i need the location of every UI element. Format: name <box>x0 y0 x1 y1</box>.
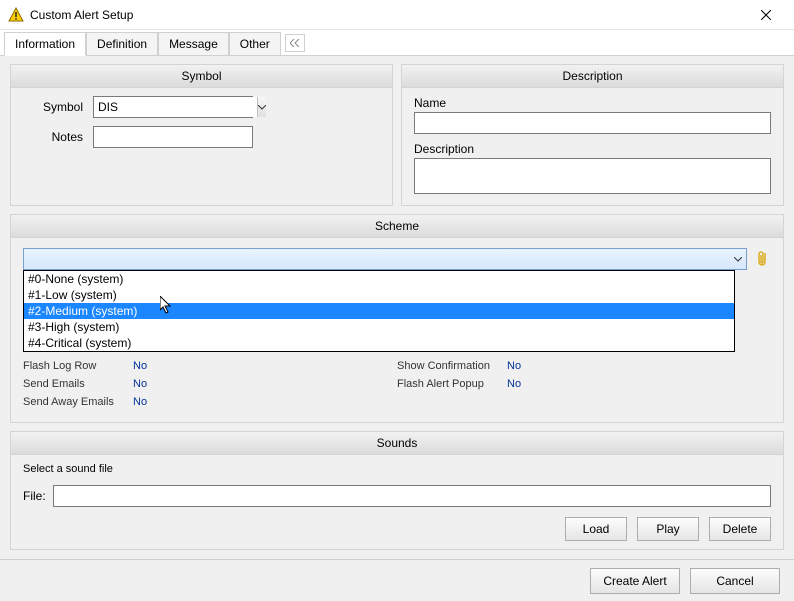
scheme-option-0[interactable]: #0-None (system) <box>24 271 734 287</box>
scheme-option-2[interactable]: #2-Medium (system) <box>24 303 734 319</box>
symbol-combo[interactable] <box>93 96 253 118</box>
prop-value: No <box>507 360 521 372</box>
scheme-combo[interactable] <box>23 248 747 270</box>
prop-label: Flash Alert Popup <box>397 378 507 390</box>
prop-value: No <box>507 378 521 390</box>
sounds-panel: Sounds Select a sound file File: Load Pl… <box>10 431 784 550</box>
prop-label: Send Emails <box>23 378 133 390</box>
prop-value: No <box>133 378 147 390</box>
symbol-panel-title: Symbol <box>11 65 392 88</box>
prop-value: No <box>133 396 147 408</box>
name-label: Name <box>414 96 771 110</box>
file-label: File: <box>23 489 53 503</box>
create-alert-button[interactable]: Create Alert <box>590 568 680 594</box>
tab-definition[interactable]: Definition <box>86 32 158 55</box>
play-button[interactable]: Play <box>637 517 699 541</box>
name-input[interactable] <box>414 112 771 134</box>
file-input[interactable] <box>53 485 771 507</box>
chevron-down-icon[interactable] <box>730 255 746 264</box>
scheme-properties: Flash Log RowNo Send EmailsNo Send Away … <box>23 360 771 414</box>
window-title: Custom Alert Setup <box>30 8 746 22</box>
notes-input[interactable] <box>93 126 253 148</box>
dialog-footer: Create Alert Cancel <box>0 559 794 601</box>
cancel-button[interactable]: Cancel <box>690 568 780 594</box>
delete-button[interactable]: Delete <box>709 517 771 541</box>
attachment-icon[interactable] <box>755 248 771 270</box>
prop-label: Show Confirmation <box>397 360 507 372</box>
prop-label: Send Away Emails <box>23 396 133 408</box>
description-input[interactable] <box>414 158 771 194</box>
symbol-label: Symbol <box>23 100 83 114</box>
load-button[interactable]: Load <box>565 517 627 541</box>
symbol-input[interactable] <box>94 97 257 117</box>
sounds-hint: Select a sound file <box>23 463 771 475</box>
scheme-panel-title: Scheme <box>11 215 783 238</box>
scheme-panel: Scheme #0-None (system) #1-Low (sy <box>10 214 784 423</box>
symbol-panel: Symbol Symbol Notes <box>10 64 393 206</box>
sounds-panel-title: Sounds <box>11 432 783 455</box>
tab-scroll-button[interactable] <box>285 34 305 52</box>
alert-icon <box>8 7 24 23</box>
tab-information[interactable]: Information <box>4 32 86 56</box>
titlebar: Custom Alert Setup <box>0 0 794 30</box>
scheme-option-3[interactable]: #3-High (system) <box>24 319 734 335</box>
window: Custom Alert Setup Information Definitio… <box>0 0 794 601</box>
tab-message[interactable]: Message <box>158 32 229 55</box>
scheme-option-1[interactable]: #1-Low (system) <box>24 287 734 303</box>
chevron-down-icon[interactable] <box>257 97 266 117</box>
description-panel: Description Name Description <box>401 64 784 206</box>
description-label: Description <box>414 142 771 156</box>
tab-content: Symbol Symbol Notes <box>0 56 794 559</box>
description-panel-title: Description <box>402 65 783 88</box>
prop-value: No <box>133 360 147 372</box>
scheme-dropdown-list[interactable]: #0-None (system) #1-Low (system) #2-Medi… <box>23 270 735 352</box>
scheme-option-4[interactable]: #4-Critical (system) <box>24 335 734 351</box>
prop-label: Flash Log Row <box>23 360 133 372</box>
close-button[interactable] <box>746 0 786 30</box>
notes-label: Notes <box>23 130 83 144</box>
tab-bar: Information Definition Message Other <box>0 30 794 56</box>
tab-other[interactable]: Other <box>229 32 281 55</box>
